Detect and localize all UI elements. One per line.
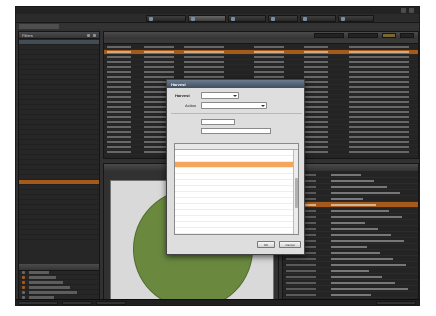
action-label: Action: [185, 103, 197, 108]
harvest-dialog: Harvest Harvest Action OK Cancel: [166, 79, 305, 255]
scrollbar-thumb[interactable]: [295, 178, 298, 208]
field-a-input[interactable]: [201, 119, 235, 125]
app-window: Filters Harvest Harvest Action OK Cancel: [15, 6, 420, 306]
attribute-grid: [174, 143, 299, 235]
divider: [171, 113, 302, 114]
field-b-input[interactable]: [201, 128, 271, 134]
harvest-type-select[interactable]: [201, 92, 239, 99]
chevron-down-icon: [261, 105, 265, 107]
chevron-down-icon: [233, 95, 237, 97]
dialog-title-bar: Harvest: [167, 80, 304, 88]
grid-scrollbar[interactable]: [293, 150, 298, 234]
action-select[interactable]: [201, 102, 267, 109]
cancel-button[interactable]: Cancel: [279, 241, 301, 248]
grid-row[interactable]: [175, 228, 294, 234]
dialog-title: Harvest: [171, 82, 186, 87]
harvest-label: Harvest: [175, 93, 190, 98]
ok-button[interactable]: OK: [257, 241, 275, 248]
